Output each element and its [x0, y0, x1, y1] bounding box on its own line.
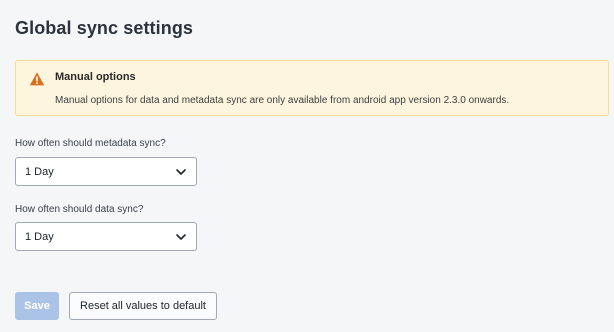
reset-defaults-button[interactable]: Reset all values to default: [69, 292, 217, 320]
notice-text: Manual options for data and metadata syn…: [55, 95, 510, 106]
data-sync-value: 1 Day: [25, 231, 54, 243]
data-sync-select[interactable]: 1 Day: [15, 222, 197, 251]
warning-icon: [29, 72, 45, 86]
notice-title: Manual options: [55, 71, 136, 83]
metadata-sync-select[interactable]: 1 Day: [15, 157, 197, 186]
metadata-sync-label: How often should metadata sync?: [15, 138, 166, 149]
sync-settings-page: Global sync settings Manual options Manu…: [0, 0, 614, 332]
save-button[interactable]: Save: [15, 292, 59, 320]
page-title: Global sync settings: [15, 18, 194, 38]
metadata-sync-value: 1 Day: [25, 166, 54, 178]
chevron-down-icon: [176, 234, 186, 240]
manual-options-notice: Manual options Manual options for data a…: [15, 60, 609, 116]
chevron-down-icon: [176, 169, 186, 175]
data-sync-label: How often should data sync?: [15, 204, 144, 215]
